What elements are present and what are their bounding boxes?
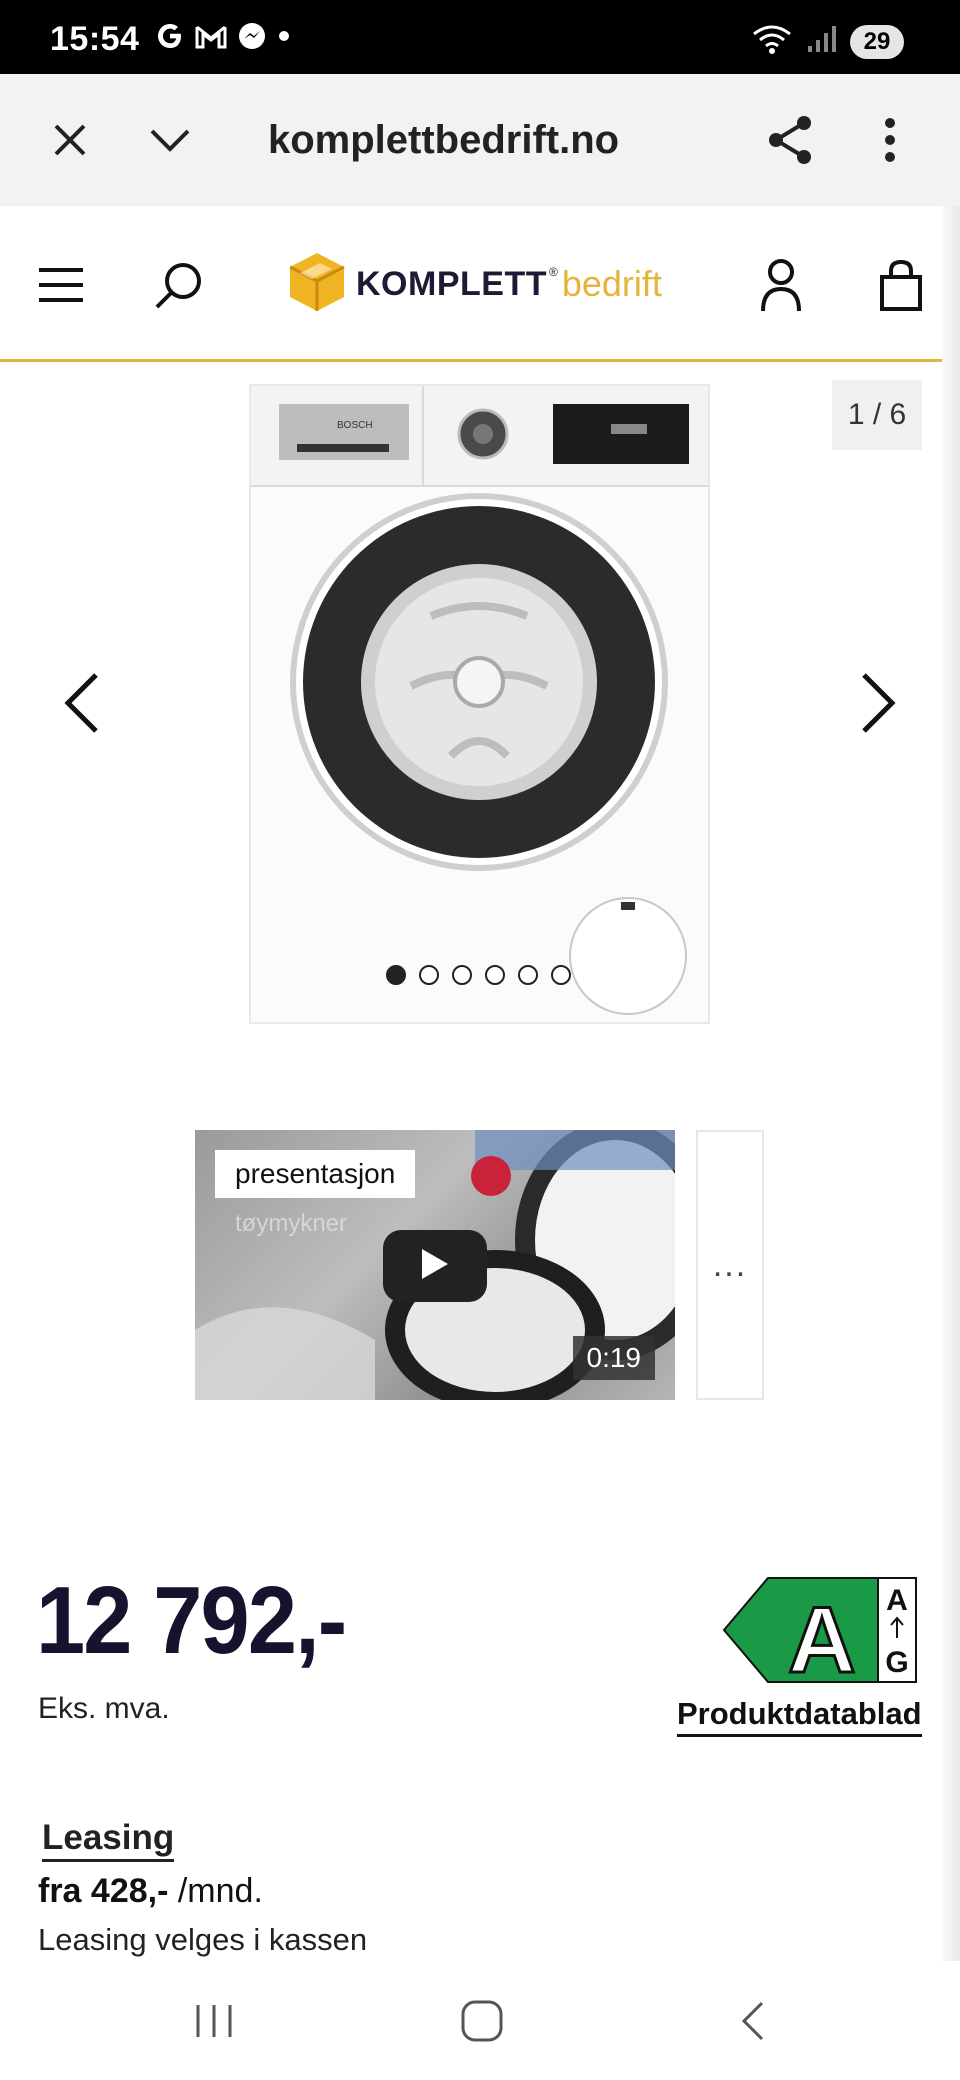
messenger-icon [237, 21, 267, 56]
battery-indicator: 29 [850, 24, 904, 59]
more-media-button[interactable]: ... [696, 1130, 764, 1400]
prev-image-button[interactable] [52, 670, 112, 740]
video-label: presentasjon [215, 1150, 416, 1198]
gallery-dots [386, 965, 571, 985]
share-icon[interactable] [764, 114, 816, 166]
menu-icon[interactable] [32, 256, 90, 314]
gallery-dot[interactable] [452, 965, 472, 985]
gallery-dot[interactable] [485, 965, 505, 985]
energy-label[interactable]: A A G [722, 1576, 918, 1694]
chevron-left-icon [62, 671, 102, 740]
logo-cube-icon [288, 251, 346, 318]
google-icon [155, 21, 185, 56]
leasing-amount: fra 428,- [38, 1872, 169, 1910]
browser-toolbar: komplettbedrift.no [0, 74, 960, 206]
status-time: 15:54 [50, 20, 140, 58]
status-app-icons [155, 22, 291, 54]
price-vat-note: Eks. mva. [38, 1692, 170, 1725]
video-thumbnail[interactable]: presentasjon tøymykner 0:19 [195, 1130, 675, 1400]
search-icon[interactable] [150, 256, 208, 314]
account-icon[interactable] [752, 256, 810, 314]
back-icon[interactable] [720, 1989, 784, 2053]
panel-brand: BOSCH [337, 420, 373, 431]
gallery-dot[interactable] [551, 965, 571, 985]
logo-registered: ® [548, 265, 558, 279]
gallery-dot[interactable] [518, 965, 538, 985]
product-image[interactable]: BOSCH [249, 384, 710, 1024]
system-nav-bar [0, 1961, 960, 2080]
leasing-price: fra 428,- /mnd. [38, 1872, 263, 1911]
product-price: 12 792,- [36, 1567, 347, 1674]
page-scroll-shade [942, 206, 960, 1961]
home-icon[interactable] [450, 1989, 514, 2053]
recent-apps-icon[interactable] [182, 1989, 246, 2053]
close-icon[interactable] [44, 114, 96, 166]
cart-icon[interactable] [872, 256, 930, 314]
wifi-icon [750, 22, 794, 61]
product-datasheet-link[interactable]: Produktdatablad [677, 1696, 922, 1737]
status-right: 29 [750, 22, 904, 61]
play-button[interactable] [383, 1230, 487, 1302]
leasing-unit: /mnd. [168, 1872, 263, 1910]
leasing-link[interactable]: Leasing [42, 1818, 175, 1862]
gallery-dot[interactable] [419, 965, 439, 985]
video-duration: 0:19 [572, 1336, 655, 1380]
logo-name: KOMPLETT [356, 264, 547, 303]
leasing-note: Leasing velges i kassen [38, 1922, 368, 1957]
chevron-down-icon[interactable] [144, 114, 196, 166]
status-bar: 15:54 29 [0, 0, 960, 74]
site-logo[interactable]: KOMPLETT ® bedrift [288, 252, 662, 316]
video-caption: tøymykner [235, 1210, 348, 1237]
play-icon [420, 1247, 450, 1286]
signal-icon [806, 24, 838, 59]
energy-scale-bottom: G [885, 1646, 908, 1679]
notification-dot-icon [277, 29, 291, 48]
url-bar[interactable]: komplettbedrift.no [268, 118, 628, 164]
logo-suffix: bedrift [561, 263, 662, 304]
next-image-button[interactable] [848, 670, 908, 740]
washing-machine-illustration: BOSCH [251, 386, 708, 1022]
energy-scale-top: A [886, 1584, 908, 1617]
gallery-dot[interactable] [386, 965, 406, 985]
image-counter: 1 / 6 [832, 380, 922, 450]
more-vert-icon[interactable] [864, 114, 916, 166]
site-header: KOMPLETT ® bedrift [0, 206, 960, 362]
energy-class: A [788, 1587, 856, 1684]
gmail-icon [195, 23, 227, 54]
chevron-right-icon [858, 671, 898, 740]
